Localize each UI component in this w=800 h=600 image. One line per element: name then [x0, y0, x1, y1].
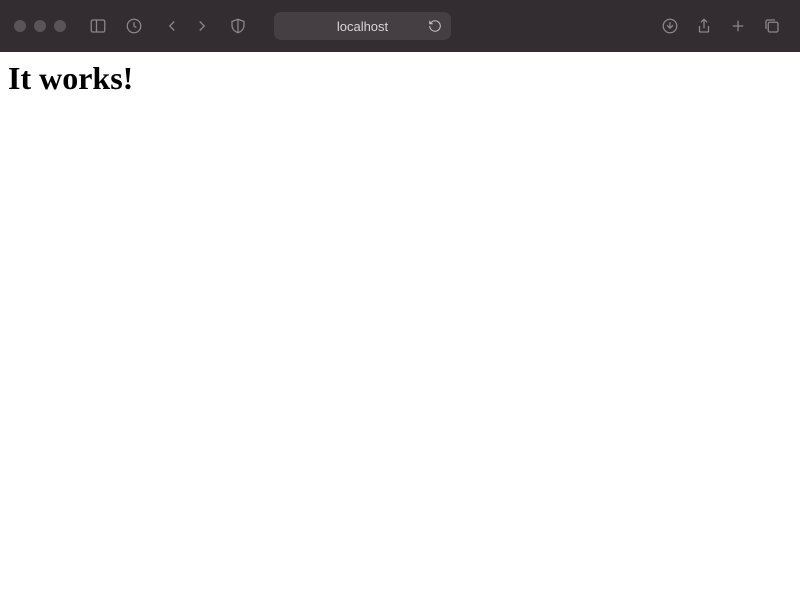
new-tab-icon[interactable]	[724, 12, 752, 40]
maximize-window-button[interactable]	[54, 20, 66, 32]
page-content: It works!	[0, 52, 800, 105]
tabs-overview-icon[interactable]	[758, 12, 786, 40]
forward-button[interactable]	[188, 12, 216, 40]
clock-icon[interactable]	[120, 12, 148, 40]
close-window-button[interactable]	[14, 20, 26, 32]
share-icon[interactable]	[690, 12, 718, 40]
right-toolbar-icons	[656, 12, 786, 40]
browser-toolbar: localhost	[0, 0, 800, 52]
shield-icon[interactable]	[224, 12, 252, 40]
page-heading: It works!	[8, 60, 792, 97]
minimize-window-button[interactable]	[34, 20, 46, 32]
sidebar-toggle-icon[interactable]	[84, 12, 112, 40]
nav-buttons	[158, 12, 216, 40]
window-controls	[14, 20, 66, 32]
reload-icon[interactable]	[427, 18, 443, 34]
address-bar[interactable]: localhost	[274, 12, 451, 40]
address-text: localhost	[337, 19, 388, 34]
back-button[interactable]	[158, 12, 186, 40]
downloads-icon[interactable]	[656, 12, 684, 40]
